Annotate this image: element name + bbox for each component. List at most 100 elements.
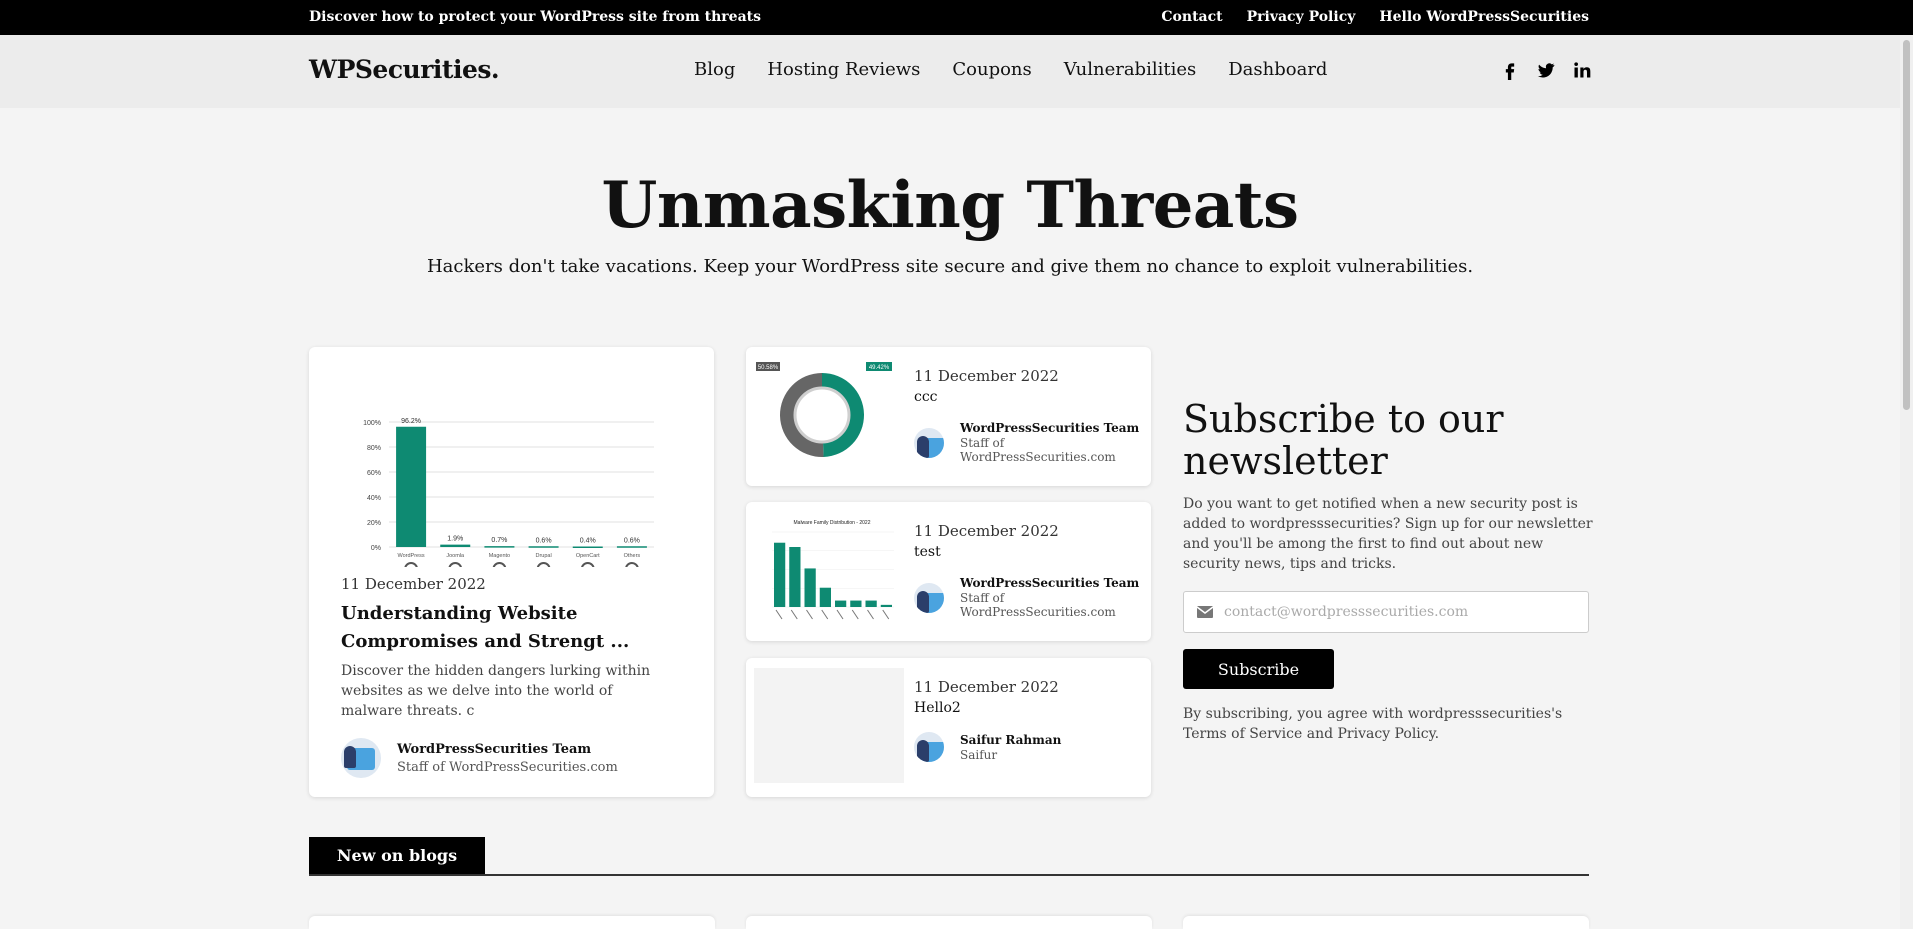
privacy-policy-link[interactable]: Privacy Policy [1247, 9, 1356, 25]
post-title[interactable]: ccc [914, 389, 938, 405]
donut-hole [793, 386, 851, 444]
post-date: 11 December 2022 [914, 678, 1059, 696]
mini-chart-title: Malware Family Distribution - 2022 [794, 520, 871, 526]
post-thumbnail-placeholder [754, 668, 904, 783]
scrollbar-thumb[interactable] [1903, 40, 1910, 410]
author-role: Saifur [960, 747, 998, 762]
nav-blog[interactable]: Blog [694, 59, 735, 80]
social-links [1500, 60, 1592, 80]
nav-vulnerabilities[interactable]: Vulnerabilities [1064, 59, 1196, 80]
bar [819, 587, 831, 607]
main-nav: Blog Hosting Reviews Coupons Vulnerabili… [694, 59, 1327, 80]
twitter-icon[interactable] [1536, 60, 1556, 80]
x-tick-label [821, 609, 829, 620]
bar-value-label: 96.2% [401, 418, 421, 425]
bar-value-label: 1.9% [447, 536, 463, 543]
donut-label: 50.58% [758, 365, 779, 371]
y-tick-label: 100% [363, 420, 381, 427]
bar-value-label: 0.6% [624, 537, 640, 544]
y-tick-label: 20% [367, 520, 381, 527]
email-input[interactable] [1224, 592, 1574, 632]
newsletter-description: Do you want to get notified when a new s… [1183, 496, 1593, 572]
hero-subtitle: Hackers don't take vacations. Keep your … [426, 256, 1474, 277]
site-logo[interactable]: WPSecurities. [309, 55, 500, 84]
post-date: 11 December 2022 [914, 522, 1059, 540]
featured-post-card[interactable]: 0% 20% 40% 60% 80% 100% 96.2% WordPress 1.9% Joom… [309, 347, 714, 797]
x-tick-label: Others [624, 553, 641, 559]
donut-label: 49.42% [869, 365, 890, 371]
bar-value-label: 0.7% [491, 537, 507, 544]
x-tick-label [867, 609, 874, 620]
post-author: WordPressSecurities Team Staff of WordPr… [914, 576, 1151, 619]
platform-logo-icon [492, 562, 507, 567]
x-tick-label: OpenCart [576, 553, 600, 559]
bar [572, 546, 603, 548]
x-tick-label [836, 609, 844, 620]
blog-card-stub [1183, 916, 1589, 929]
bar-value-label: 0.6% [536, 537, 552, 544]
hero-title: Unmasking Threats [601, 168, 1299, 243]
author-role: Staff of WordPressSecurities.com [960, 436, 1116, 464]
post-author: Saifur Rahman Saifur [914, 732, 1061, 762]
facebook-icon[interactable] [1500, 60, 1520, 80]
author-name: WordPressSecurities Team [397, 741, 592, 757]
user-greeting-link[interactable]: Hello WordPressSecurities [1379, 9, 1589, 25]
x-tick-label [851, 609, 859, 620]
top-bar: Discover how to protect your WordPress s… [0, 0, 1913, 35]
bar [616, 546, 647, 548]
section-divider [309, 874, 1589, 876]
bar [528, 546, 559, 548]
blog-card-stub [309, 916, 715, 929]
post-author: WordPressSecurities Team Staff of WordPr… [914, 421, 1151, 464]
newsletter-terms: By subscribing, you agree with wordpress… [1183, 706, 1563, 742]
email-field[interactable] [1183, 591, 1589, 633]
bar [835, 600, 847, 607]
x-tick-label: Joomla [446, 553, 465, 559]
author-name: WordPressSecurities Team [960, 576, 1140, 590]
post-title[interactable]: Hello2 [914, 700, 961, 716]
site-header: WPSecurities. Blog Hosting Reviews Coupo… [0, 35, 1900, 108]
side-post-card[interactable]: 49.42% 50.58% 11 December 2022 ccc WordPr… [746, 347, 1151, 486]
platform-logo-icon [448, 562, 462, 567]
bar [804, 568, 816, 607]
author-role: Staff of WordPressSecurities.com [960, 591, 1116, 619]
subscribe-button[interactable]: Subscribe [1183, 649, 1334, 689]
scrollbar[interactable] [1900, 35, 1913, 929]
side-post-card[interactable]: Malware Family Distribution - 2022 11 De… [746, 502, 1151, 641]
post-title[interactable]: test [914, 544, 941, 560]
newsletter-title: Subscribe to our newsletter [1183, 397, 1504, 483]
platform-logo-icon [625, 562, 639, 567]
donut-chart-thumbnail: 49.42% 50.58% [756, 362, 892, 457]
y-tick-label: 40% [367, 495, 381, 502]
envelope-icon [1196, 606, 1214, 618]
blog-card-stub [746, 916, 1152, 929]
bar [484, 546, 515, 548]
post-title[interactable]: Understanding Website Compromises and St… [341, 600, 691, 656]
tab-new-on-blogs[interactable]: New on blogs [309, 837, 485, 875]
linkedin-icon[interactable] [1572, 60, 1592, 80]
nav-hosting-reviews[interactable]: Hosting Reviews [767, 59, 920, 80]
x-tick-label [790, 609, 798, 620]
top-bar-links: Contact Privacy Policy Hello WordPressSe… [1161, 9, 1589, 25]
author-name: Saifur Rahman [960, 732, 1062, 747]
platform-logo-icon [536, 562, 551, 567]
x-tick-label: WordPress [398, 553, 425, 559]
featured-bar-chart: 0% 20% 40% 60% 80% 100% 96.2% WordPress 1.9% Joom… [363, 418, 654, 567]
author-role: Staff of WordPressSecurities.com [397, 759, 618, 775]
post-date: 11 December 2022 [341, 575, 486, 593]
bar [850, 600, 862, 607]
bar [789, 547, 801, 607]
avatar [914, 427, 944, 458]
platform-logo-icon [581, 562, 595, 567]
side-post-card[interactable]: 11 December 2022 Hello2 Saifur Rahman Sa… [746, 658, 1151, 797]
contact-link[interactable]: Contact [1161, 9, 1222, 25]
bar [865, 600, 877, 607]
nav-dashboard[interactable]: Dashboard [1228, 59, 1327, 80]
x-tick-label [882, 609, 890, 620]
x-tick-label: Magento [489, 553, 510, 559]
post-excerpt: Discover the hidden dangers lurking with… [341, 663, 651, 719]
avatar [914, 732, 944, 762]
nav-coupons[interactable]: Coupons [952, 59, 1031, 80]
author-name: WordPressSecurities Team [960, 421, 1140, 435]
avatar [341, 738, 381, 778]
